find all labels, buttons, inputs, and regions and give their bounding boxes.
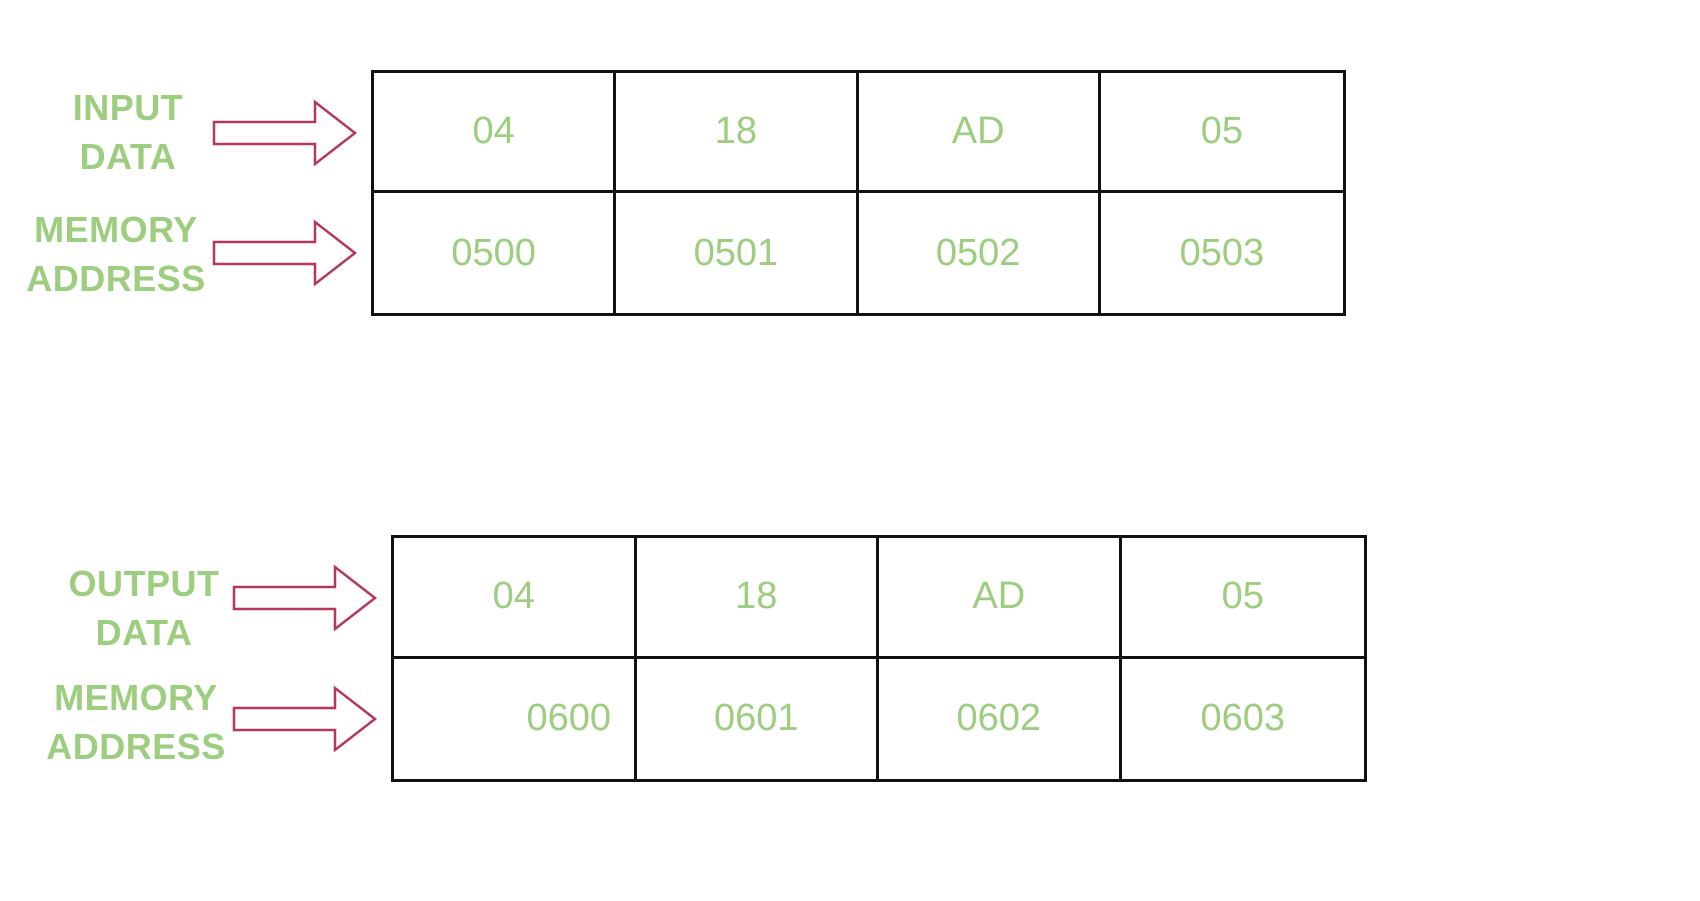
input-data-cell: AD [858, 73, 1101, 193]
output-address-cell: 0603 [1200, 697, 1286, 740]
output-data-cell: 05 [1121, 538, 1364, 659]
input-data-label: INPUT DATA [40, 83, 216, 181]
input-data-cell: 18 [616, 73, 859, 193]
output-data-cell: 18 [636, 538, 879, 659]
input-memory-table: 04 18 AD 05 0500 0501 0502 0503 [371, 70, 1346, 316]
input-address-label-line1: MEMORY [34, 209, 198, 250]
input-address-label-line2: ADDRESS [26, 258, 206, 299]
output-address-label-line2: ADDRESS [46, 726, 226, 767]
input-data-arrow-icon [212, 99, 358, 167]
output-address-label-line1: MEMORY [54, 677, 218, 718]
input-data-cell: 05 [1100, 73, 1343, 193]
input-data-label-line1: INPUT [72, 87, 184, 128]
output-data-cell: AD [879, 538, 1122, 659]
input-data-label-line2: DATA [79, 136, 177, 177]
output-data-label: OUTPUT DATA [44, 559, 244, 657]
output-address-arrow-icon [232, 685, 378, 753]
input-address-cell: 0500 [374, 193, 617, 313]
output-address-cell: 0601 [637, 658, 879, 779]
input-data-cell: 04 [374, 73, 617, 193]
input-address-cell: 0501 [616, 193, 859, 313]
output-data-cell: 04 [394, 538, 637, 659]
output-address-cell: 0602 [879, 658, 1122, 779]
output-data-label-line1: OUTPUT [68, 563, 220, 604]
output-address-cell: 0600 [394, 658, 637, 779]
output-memory-table: 04 18 AD 05 0600 0601 0602 0603 [391, 535, 1367, 782]
input-address-cell: 0503 [1179, 231, 1265, 274]
output-data-arrow-icon [232, 564, 378, 632]
input-address-cell: 0502 [859, 193, 1101, 313]
output-data-label-line2: DATA [95, 612, 193, 653]
input-address-arrow-icon [212, 219, 358, 287]
input-address-label: MEMORY ADDRESS [12, 205, 220, 303]
output-address-label: MEMORY ADDRESS [32, 673, 240, 771]
